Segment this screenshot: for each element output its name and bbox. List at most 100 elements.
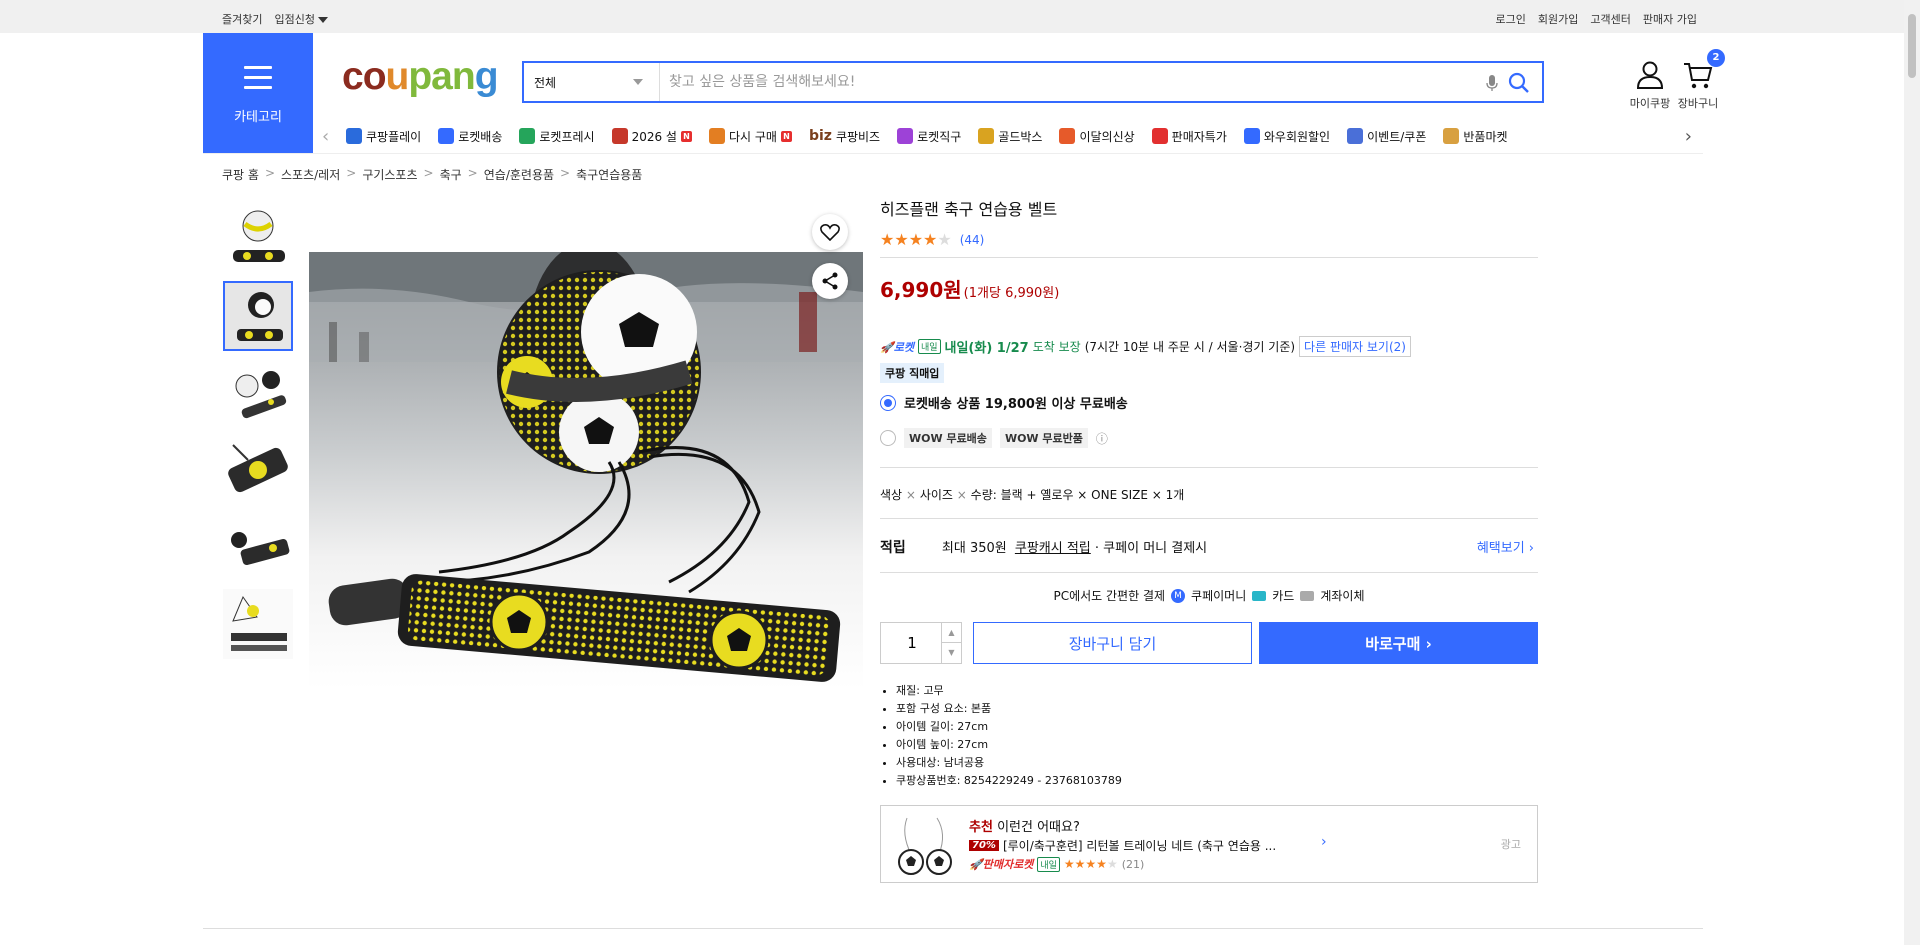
thumbnail-3[interactable] — [223, 358, 293, 428]
shipping-option-rocket[interactable]: 로켓배송 상품 19,800원 이상 무료배송 — [880, 393, 1128, 412]
seller-signup-link[interactable]: 판매자 가입 — [1643, 11, 1697, 27]
nav-item-11[interactable]: 이벤트/쿠폰 — [1347, 122, 1426, 150]
discount-badge: 70% — [969, 840, 999, 851]
search-category-select[interactable]: 전체 — [524, 63, 660, 101]
wishlist-button[interactable] — [812, 214, 848, 250]
cart-label: 장바구니 — [1677, 97, 1719, 110]
vendor-apply-link[interactable]: 입점신청 — [274, 11, 328, 27]
reward-info: 적립 최대 350원 쿠팡캐시 적립 · 쿠페이 머니 결제시 혜택보기 › — [880, 537, 1538, 557]
top-bar: 즐겨찾기 입점신청 로그인 회원가입 고객센터 판매자 가입 — [0, 0, 1920, 33]
nav-item-label: 골드박스 — [998, 129, 1043, 144]
coupang-cash-link[interactable]: 쿠팡캐시 적립 — [1015, 541, 1091, 556]
thumbnail-list — [223, 204, 293, 666]
selected-option: 색상 × 사이즈 × 수량: 블랙 + 옐로우 × ONE SIZE × 1개 — [880, 488, 1185, 502]
star-rating: ★★★★★ — [880, 230, 952, 249]
search-icon[interactable] — [1508, 72, 1530, 97]
payment-label: PC에서도 간편한 결제 — [1053, 589, 1166, 603]
page-scrollbar[interactable] — [1904, 0, 1920, 945]
review-count: (21) — [1121, 857, 1145, 871]
recommendation-card[interactable]: 추천 이런건 어때요? 70% [루이/축구훈련] 리턴볼 트레이닝 네트 (축… — [880, 805, 1538, 883]
nav-item-10[interactable]: 와우회원할인 — [1243, 122, 1331, 150]
radio-unselected[interactable] — [880, 430, 896, 446]
nav-item-1[interactable]: 로켓배송 — [438, 122, 502, 150]
nav-icon — [1347, 128, 1364, 144]
login-link[interactable]: 로그인 — [1496, 11, 1526, 27]
breadcrumb-item[interactable]: 축구 — [440, 166, 462, 183]
shipping-option-wow[interactable]: WOW 무료배송 WOW 무료반품 ⓘ — [880, 428, 1108, 448]
coupay-money-label: 쿠페이머니 — [1191, 589, 1247, 603]
benefits-link[interactable]: 혜택보기 › — [1477, 537, 1534, 556]
price-block: 6,990원 (1개당 6,990원) — [880, 274, 1538, 303]
quantity-input[interactable] — [881, 623, 943, 663]
star-empty-icon: ★ — [937, 230, 952, 249]
category-label: 카테고리 — [234, 110, 282, 125]
recommendation-name[interactable]: 70% [루이/축구훈련] 리턴볼 트레이닝 네트 (축구 연습용 ... — [969, 837, 1276, 854]
bookmark-link[interactable]: 즐겨찾기 — [222, 11, 262, 27]
breadcrumb-item[interactable]: 구기스포츠 — [362, 166, 417, 183]
nav-icon — [611, 128, 628, 144]
recommendation-heading: 추천 이런건 어때요? — [969, 820, 1080, 835]
nav-item-9[interactable]: 판매자특가 — [1151, 122, 1227, 150]
coupang-logo[interactable]: coupang — [342, 55, 499, 99]
spec-item: 아이템 높이: 27cm — [896, 736, 1122, 754]
nav-prev-icon[interactable]: ‹ — [322, 126, 329, 147]
info-icon[interactable]: ⓘ — [1096, 430, 1108, 447]
breadcrumb-item[interactable]: 쿠팡 홈 — [222, 166, 259, 183]
review-count[interactable]: (44) — [960, 233, 985, 247]
breadcrumb-item[interactable]: 축구연습용품 — [576, 166, 642, 183]
share-button[interactable] — [812, 263, 848, 299]
cart-button[interactable]: 2 장바구니 — [1663, 49, 1733, 111]
nav-icon — [1243, 128, 1260, 144]
nav-item-label: 판매자특가 — [1171, 129, 1227, 144]
card-label: 카드 — [1272, 589, 1295, 603]
nav-item-8[interactable]: 이달의신상 — [1059, 122, 1135, 150]
nav-item-0[interactable]: 쿠팡플레이 — [346, 122, 421, 150]
breadcrumb: 쿠팡 홈 > 스포츠/레저 > 구기스포츠 > 축구 > 연습/훈련용품 > 축구연습용품 — [222, 166, 642, 183]
reward-label: 적립 — [880, 540, 906, 556]
recommendation-image — [897, 814, 953, 876]
rating[interactable]: ★★★★★ (44) — [880, 230, 1538, 249]
chevron-right-icon[interactable]: › — [1321, 834, 1327, 850]
microphone-icon[interactable] — [1486, 74, 1498, 95]
radio-selected[interactable] — [880, 394, 896, 411]
breadcrumb-separator: > — [346, 166, 357, 180]
spec-item: 아이템 길이: 27cm — [896, 718, 1122, 736]
nav-item-label: 반품마켓 — [1463, 129, 1508, 144]
nav-item-label: 다시 구매 — [728, 129, 777, 144]
thumbnail-2[interactable] — [223, 281, 293, 351]
nav-next-icon[interactable]: › — [1685, 126, 1692, 147]
nav-item-2[interactable]: 로켓프레시 — [519, 122, 595, 150]
add-to-cart-button[interactable]: 장바구니 담기 — [973, 622, 1252, 664]
quantity-decrease-button[interactable]: ▼ — [941, 643, 961, 663]
nav-item-7[interactable]: 골드박스 — [978, 122, 1042, 150]
nav-item-6[interactable]: 로켓직구 — [897, 122, 961, 150]
breadcrumb-separator: > — [467, 166, 478, 180]
nav-icon — [978, 128, 995, 144]
nav-item-5[interactable]: biz 쿠팡비즈 — [809, 122, 880, 150]
category-button[interactable]: 카테고리 — [203, 33, 313, 153]
search-input[interactable] — [669, 71, 1469, 93]
breadcrumb-item[interactable]: 스포츠/레저 — [281, 166, 340, 183]
buy-now-button[interactable]: 바로구매 › — [1259, 622, 1538, 664]
other-sellers-button[interactable]: 다른 판매자 보기(2) — [1299, 336, 1411, 357]
nav-item-label: 로켓프레시 — [539, 129, 595, 144]
nav-item-3[interactable]: 2026 설N — [611, 122, 692, 150]
nav-item-12[interactable]: 반품마켓 — [1443, 122, 1508, 150]
nav-item-4[interactable]: 다시 구매 N — [708, 122, 792, 150]
thumbnail-4[interactable] — [223, 435, 293, 505]
thumbnail-1[interactable] — [223, 204, 293, 274]
category-nav: ‹ 쿠팡플레이 로켓배송 로켓프레시 2026 설 N 다시 구매 Nbiz 쿠팡비즈 로켓직구… — [322, 122, 1692, 150]
nav-item-label: 와우회원할인 — [1263, 129, 1331, 144]
coupay-money-icon: M — [1171, 588, 1186, 603]
new-badge: N — [680, 130, 692, 142]
quantity-increase-button[interactable]: ▲ — [941, 623, 961, 643]
scrollbar-thumb[interactable] — [1908, 14, 1916, 78]
naeil-tag: 내일 — [917, 339, 941, 354]
thumbnail-6[interactable] — [223, 589, 293, 659]
customer-center-link[interactable]: 고객센터 — [1590, 11, 1630, 27]
breadcrumb-item[interactable]: 연습/훈련용품 — [484, 166, 554, 183]
nav-icon — [708, 128, 725, 144]
thumbnail-5[interactable] — [223, 512, 293, 582]
signup-link[interactable]: 회원가입 — [1538, 11, 1578, 27]
nav-item-label: 쿠팡비즈 — [835, 129, 881, 144]
